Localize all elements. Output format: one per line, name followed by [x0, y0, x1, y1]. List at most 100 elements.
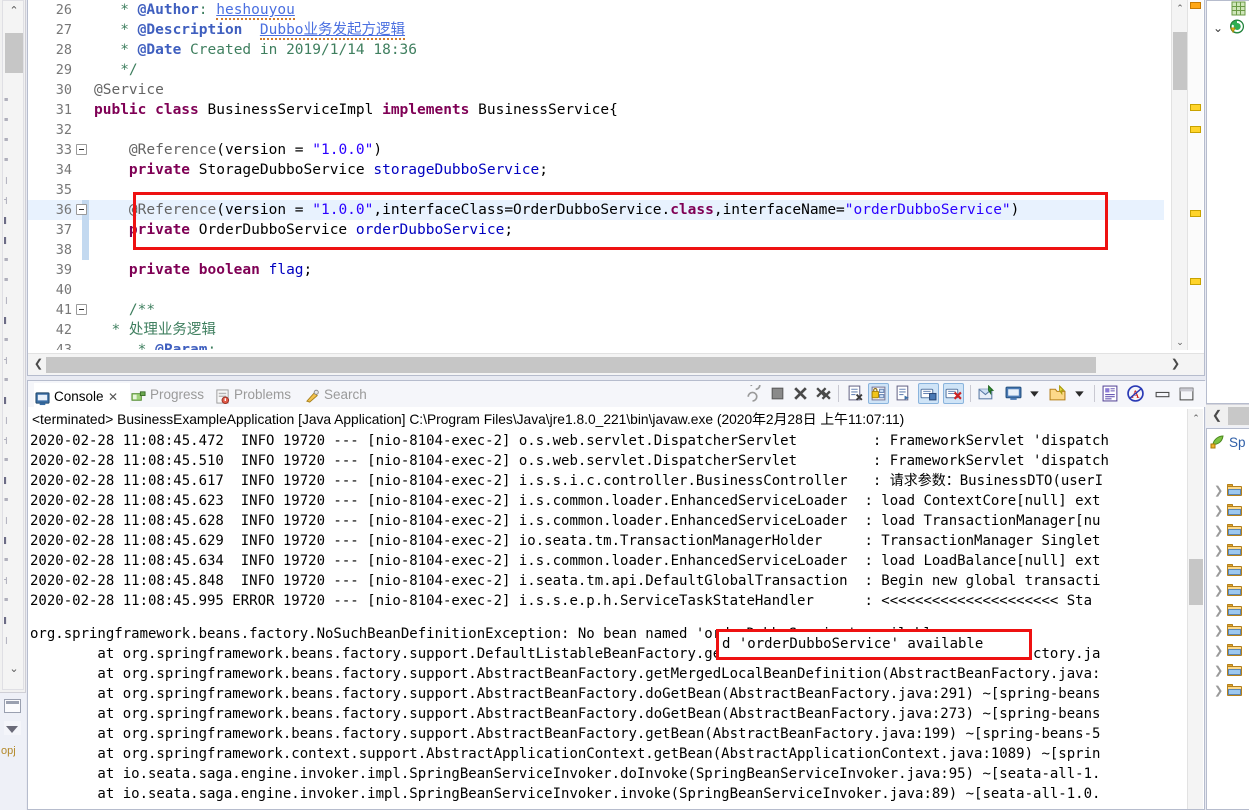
chevron-right-icon[interactable]: ❯ [1214, 484, 1223, 497]
editor-scroll-down-arrow[interactable]: ⌄ [1174, 336, 1186, 348]
spring-explorer-panel[interactable]: Sp ❯ ❯ ❯ ❯ ❯ ❯ ❯ ❯ ❯ ❯ ❯ [1206, 428, 1249, 810]
left-strip-scrollbar[interactable]: ⌃ ⌄ ≡ ≡ ≡ ≡ │ ┤ ▌ ▌ ≡ ≡ │ ▌ ≡ ┤ ≡ ▌ │ ┤ ≡ ▌ ≡ │ ▌ ≡ ┤ ≡ ▌ │ [2, 0, 24, 690]
tab-console[interactable]: Console ✕ [34, 383, 130, 407]
code-lines-container[interactable]: 26 * @Author: heshouyou 27 * @Description… [28, 0, 1164, 350]
code-text[interactable]: private OrderDubboService orderDubboServ… [94, 220, 513, 240]
minimize-icon[interactable] [1154, 385, 1171, 402]
tab-search[interactable]: Search [304, 383, 376, 407]
minimized-view-label[interactable]: opj [1, 745, 16, 757]
code-text[interactable]: @Service [94, 80, 164, 100]
code-line[interactable]: 30 @Service [28, 80, 1164, 100]
remove-all-terminated-icon[interactable] [815, 385, 832, 402]
tab-close-icon[interactable]: ✕ [108, 385, 118, 409]
code-text-area[interactable]: 26 * @Author: heshouyou 27 * @Description… [28, 0, 1164, 350]
code-text[interactable]: * @Author: heshouyou [94, 0, 295, 20]
open-console-dropdown-icon[interactable] [1072, 385, 1089, 402]
display-selected-console-icon[interactable] [1005, 385, 1022, 402]
relaunch-icon[interactable] [744, 379, 761, 402]
code-text[interactable]: private boolean flag; [94, 260, 312, 280]
tree-item[interactable]: ❯ [1207, 601, 1249, 621]
code-line[interactable]: 31 public class BusinessServiceImpl imple… [28, 100, 1164, 120]
tree-item[interactable]: ❯ [1207, 681, 1249, 701]
code-line[interactable]: 29 */ [28, 60, 1164, 80]
left-scroll-thumb[interactable] [5, 33, 23, 73]
display-dropdown-icon[interactable] [1027, 385, 1044, 402]
right-strip-restore-bar[interactable]: ❮ [1206, 404, 1249, 426]
tree-item[interactable]: ❯ [1207, 561, 1249, 581]
code-text[interactable]: @Reference(version = "1.0.0") [94, 140, 382, 160]
restore-view-icon[interactable] [4, 699, 21, 713]
console-scroll-up-arrow[interactable]: ⌃ [1190, 412, 1202, 424]
chevron-right-icon[interactable]: ❯ [1214, 524, 1223, 537]
spring-boot-dashboard-icon[interactable] [1102, 385, 1119, 402]
open-console-icon[interactable] [1049, 384, 1066, 402]
terminate-icon[interactable] [769, 385, 786, 402]
tree-item[interactable]: ❯ [1207, 481, 1249, 501]
code-editor-panel[interactable]: 26 * @Author: heshouyou 27 * @Description… [27, 0, 1205, 376]
tab-problems[interactable]: Problems [214, 383, 304, 407]
code-line[interactable]: 26 * @Author: heshouyou [28, 0, 1164, 20]
chevron-right-icon[interactable]: ❯ [1214, 684, 1223, 697]
code-text[interactable]: */ [94, 60, 137, 80]
code-text[interactable]: /** [94, 300, 155, 320]
maximize-icon[interactable] [1178, 385, 1195, 402]
console-toolbar[interactable]: A [744, 379, 1200, 405]
code-text[interactable]: * @Description Dubbo业务发起方逻辑 [94, 20, 406, 40]
left-scroll-down-arrow[interactable]: ⌄ [6, 661, 22, 677]
overview-marker-icon[interactable] [1190, 278, 1201, 285]
chevron-right-icon[interactable]: ❯ [1214, 604, 1223, 617]
editor-vertical-scrollbar[interactable]: ⌃ ⌄ [1171, 0, 1187, 350]
overview-marker-icon[interactable] [1190, 210, 1201, 217]
chevron-down-icon[interactable] [6, 726, 18, 733]
editor-scroll-up-arrow[interactable]: ⌃ [1174, 2, 1186, 14]
code-line[interactable]: 27 * @Description Dubbo业务发起方逻辑 [28, 20, 1164, 40]
chevron-right-icon[interactable]: ❯ [1214, 584, 1223, 597]
chevron-right-icon[interactable]: ❯ [1214, 564, 1223, 577]
code-line[interactable]: 28 * @Date Created in 2019/1/14 18:36 [28, 40, 1164, 60]
code-line[interactable]: 41 /** [28, 300, 1164, 320]
editor-hscroll-thumb[interactable] [46, 357, 1096, 373]
editor-scroll-right-arrow[interactable]: ❯ [1169, 358, 1182, 371]
editor-scroll-thumb[interactable] [1173, 32, 1187, 90]
code-line[interactable]: 38 [28, 240, 1164, 260]
chevron-right-icon[interactable]: ❯ [1214, 664, 1223, 677]
chevron-right-icon[interactable]: ❯ [1214, 544, 1223, 557]
code-line[interactable]: 36 @Reference(version = "1.0.0",interfac… [28, 200, 1164, 220]
code-line[interactable]: 34 private StorageDubboService storageDu… [28, 160, 1164, 180]
refresh-warning-icon[interactable] [1229, 19, 1245, 35]
tree-item[interactable]: ❯ [1207, 621, 1249, 641]
editor-overview-ruler[interactable] [1187, 0, 1203, 350]
code-line[interactable]: 39 private boolean flag; [28, 260, 1164, 280]
tree-item[interactable]: ❯ [1207, 541, 1249, 561]
code-text[interactable]: private StorageDubboService storageDubbo… [94, 160, 548, 180]
ansi-color-icon[interactable]: A [1127, 385, 1144, 402]
code-line[interactable]: 42 * 处理业务逻辑 [28, 320, 1164, 340]
show-console-on-error-icon[interactable] [945, 385, 962, 402]
code-line[interactable]: 33 @Reference(version = "1.0.0") [28, 140, 1164, 160]
word-wrap-icon[interactable] [895, 385, 912, 402]
fold-collapse-icon[interactable] [76, 204, 87, 215]
right-strip-thumb[interactable] [1228, 407, 1249, 425]
code-line[interactable]: 43 * @Param: [28, 340, 1164, 350]
code-text[interactable]: @Reference(version = "1.0.0",interfaceCl… [94, 200, 1019, 220]
console-panel[interactable]: Console ✕ Progress Problems Search A <termin… [27, 379, 1206, 810]
editor-horizontal-scrollbar[interactable]: ❮ ❯ [28, 353, 1204, 375]
code-text[interactable]: * @Param: [94, 340, 217, 350]
scroll-lock-icon[interactable] [870, 385, 887, 402]
clear-console-icon[interactable] [847, 385, 864, 402]
tree-item[interactable]: ❯ [1207, 501, 1249, 521]
chevron-right-icon[interactable]: ❯ [1214, 644, 1223, 657]
editor-scroll-left-arrow[interactable]: ❮ [32, 358, 45, 371]
pin-console-icon[interactable] [978, 384, 995, 402]
left-scroll-up-arrow[interactable]: ⌃ [6, 3, 22, 19]
console-scroll-thumb[interactable] [1189, 559, 1203, 605]
code-text[interactable]: * 处理业务逻辑 [94, 320, 215, 340]
chevron-right-icon[interactable]: ❯ [1214, 504, 1223, 517]
console-output[interactable]: 2020-02-28 11:08:45.472 INFO 19720 --- [… [30, 431, 1188, 809]
tree-item[interactable]: ❯ [1207, 661, 1249, 681]
chevron-right-icon[interactable]: ❯ [1214, 624, 1223, 637]
tab-progress[interactable]: Progress [130, 383, 214, 407]
code-line[interactable]: 40 [28, 280, 1164, 300]
fold-collapse-icon[interactable] [76, 304, 87, 315]
overview-marker-icon[interactable] [1190, 2, 1201, 9]
